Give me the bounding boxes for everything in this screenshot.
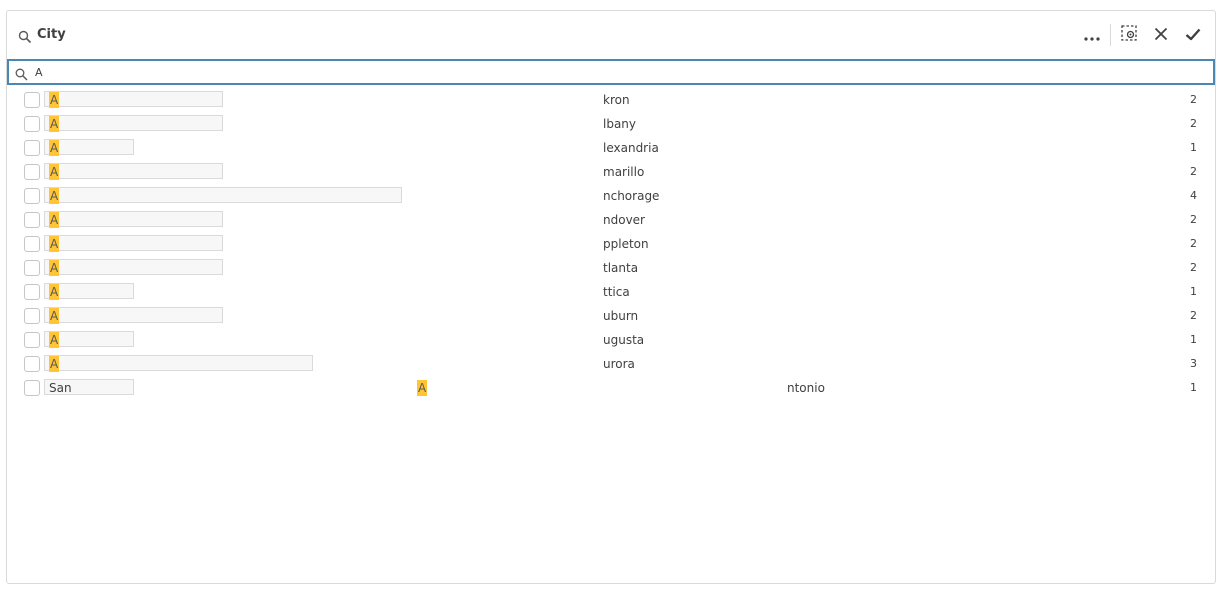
row-checkbox[interactable] xyxy=(24,380,40,396)
list-item[interactable]: Auburn 2 xyxy=(7,305,1215,329)
row-checkbox[interactable] xyxy=(24,140,40,156)
filter-pane: City A A kron 2 A lbany 2 A lexandria 1 … xyxy=(6,10,1216,584)
search-match-highlight: A xyxy=(49,164,60,180)
list-item[interactable]: Aurora 3 xyxy=(7,353,1215,377)
value-remainder: uburn xyxy=(603,309,639,323)
search-field xyxy=(7,59,1215,85)
list-item[interactable]: Anchorage 4 xyxy=(7,185,1215,209)
search-match-highlight: A xyxy=(49,116,60,132)
check-icon xyxy=(1185,26,1201,45)
row-checkbox[interactable] xyxy=(24,212,40,228)
frequency-count: 2 xyxy=(1190,213,1197,226)
row-checkbox[interactable] xyxy=(24,164,40,180)
row-checkbox[interactable] xyxy=(24,284,40,300)
value-remainder: kron xyxy=(603,93,630,107)
frequency-bar xyxy=(44,187,402,203)
frequency-bar xyxy=(44,307,223,323)
value-remainder: ugusta xyxy=(603,333,645,347)
value-remainder: ndover xyxy=(603,213,645,227)
value-remainder: ppleton xyxy=(603,237,649,251)
frequency-count: 2 xyxy=(1190,165,1197,178)
more-options-button[interactable] xyxy=(1076,23,1108,47)
frequency-count: 2 xyxy=(1190,309,1197,322)
value-remainder: ttica xyxy=(603,285,630,299)
search-icon[interactable] xyxy=(18,29,32,44)
selection-tool-button[interactable] xyxy=(1113,23,1145,47)
frequency-bar xyxy=(44,259,223,275)
frequency-count: 4 xyxy=(1190,189,1197,202)
frequency-count: 1 xyxy=(1190,141,1197,154)
search-match-highlight: A xyxy=(49,356,60,372)
value-remainder: lexandria xyxy=(603,141,659,155)
row-checkbox[interactable] xyxy=(24,92,40,108)
list-item[interactable]: Attica 1 xyxy=(7,281,1215,305)
frequency-count: 2 xyxy=(1190,93,1197,106)
close-icon xyxy=(1154,26,1168,45)
list-item[interactable]: Andover 2 xyxy=(7,209,1215,233)
more-options-icon xyxy=(1084,26,1100,45)
frequency-bar xyxy=(44,211,223,227)
list-item[interactable]: Akron 2 xyxy=(7,89,1215,113)
search-match-highlight: A xyxy=(49,188,60,204)
list-item[interactable]: Appleton 2 xyxy=(7,233,1215,257)
confirm-selection-button[interactable] xyxy=(1177,23,1209,47)
filter-header: City xyxy=(7,11,1215,59)
search-match-highlight: A xyxy=(49,212,60,228)
value-remainder: urora xyxy=(603,357,635,371)
frequency-count: 2 xyxy=(1190,117,1197,130)
frequency-count: 1 xyxy=(1190,333,1197,346)
frequency-count: 2 xyxy=(1190,261,1197,274)
value-prefix: San xyxy=(49,381,72,395)
search-match-highlight: A xyxy=(49,260,60,276)
search-match-highlight: A xyxy=(49,140,60,156)
search-icon xyxy=(15,66,28,81)
row-checkbox[interactable] xyxy=(24,356,40,372)
row-checkbox[interactable] xyxy=(24,308,40,324)
search-match-highlight: A xyxy=(417,380,428,396)
search-match-highlight: A xyxy=(49,236,60,252)
toolbar-divider xyxy=(1110,24,1111,46)
value-remainder: marillo xyxy=(603,165,645,179)
frequency-count: 3 xyxy=(1190,357,1197,370)
cancel-selection-button[interactable] xyxy=(1145,23,1177,47)
row-checkbox[interactable] xyxy=(24,188,40,204)
frequency-bar xyxy=(44,115,223,131)
value-remainder: lbany xyxy=(603,117,637,131)
row-checkbox[interactable] xyxy=(24,332,40,348)
list-item[interactable]: Amarillo 2 xyxy=(7,161,1215,185)
value-remainder: nchorage xyxy=(603,189,660,203)
row-checkbox[interactable] xyxy=(24,260,40,276)
row-checkbox[interactable] xyxy=(24,236,40,252)
search-match-highlight: A xyxy=(49,284,60,300)
lasso-select-icon xyxy=(1120,24,1138,46)
search-input[interactable] xyxy=(35,63,1135,81)
frequency-bar xyxy=(44,355,313,371)
list-item[interactable]: Atlanta 2 xyxy=(7,257,1215,281)
frequency-count: 2 xyxy=(1190,237,1197,250)
frequency-bar xyxy=(44,235,223,251)
row-checkbox[interactable] xyxy=(24,116,40,132)
frequency-bar xyxy=(44,163,223,179)
selection-toolbar xyxy=(1076,23,1209,47)
list-item[interactable]: Alexandria 1 xyxy=(7,137,1215,161)
list-item[interactable]: Albany 2 xyxy=(7,113,1215,137)
frequency-bar xyxy=(44,91,223,107)
value-remainder: ntonio xyxy=(787,381,825,395)
frequency-count: 1 xyxy=(1190,285,1197,298)
search-match-highlight: A xyxy=(49,92,60,108)
list-item[interactable]: San Antonio 1 xyxy=(7,377,1215,401)
page-title: City xyxy=(37,27,66,42)
frequency-count: 1 xyxy=(1190,381,1197,394)
search-match-highlight: A xyxy=(49,332,60,348)
list-item[interactable]: Augusta 1 xyxy=(7,329,1215,353)
value-remainder: tlanta xyxy=(603,261,639,275)
search-match-highlight: A xyxy=(49,308,60,324)
